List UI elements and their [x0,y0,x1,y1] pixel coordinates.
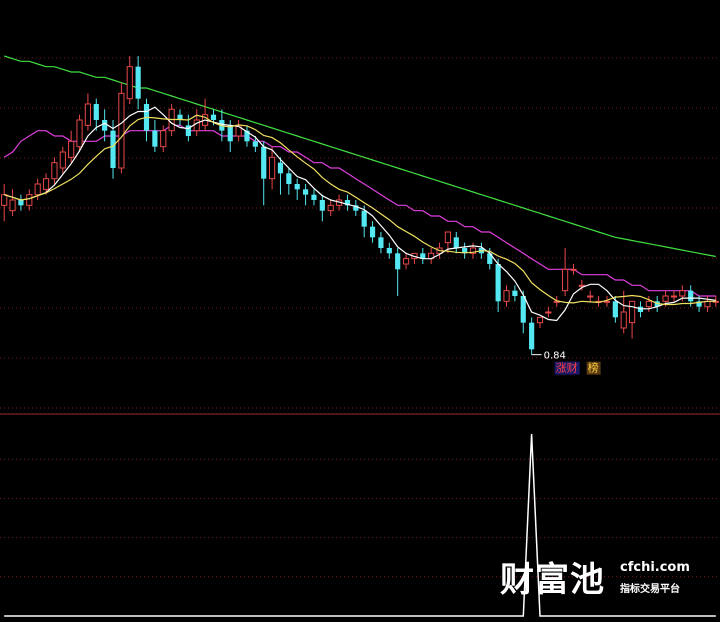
candle-body [495,264,501,302]
watermark-tagline: 指标交易平台 [620,584,680,595]
candle-body [453,237,459,248]
candle-body [277,162,284,174]
candle-body [369,226,376,238]
grid-lines [0,57,720,409]
candle-body [135,66,141,99]
candle-body [210,114,217,120]
candle-body [126,66,133,100]
candle-body [1,194,8,206]
candle-body [118,92,125,169]
candle-body [562,268,569,292]
candle-body [51,162,58,180]
candle-body [76,119,83,148]
candle-body [193,119,200,132]
candle-body [386,248,392,254]
candle-body [18,200,24,206]
candle-body [688,290,694,302]
candle-body [395,253,401,270]
chart-stage: 0.84 涨财 榜 财富池 cfchi.com 指标交易平台 [0,0,720,622]
signal-polyline [4,433,716,617]
candle-body [302,189,309,195]
candle-body [645,300,652,308]
candle-body [603,300,611,303]
watermark-brand: 财富池 [500,560,605,600]
candle-body [662,295,669,302]
candle-body [59,151,66,169]
candle-body [110,130,116,168]
sub-grid-lines [0,458,720,578]
candle-body [268,156,276,180]
candle-body [612,301,618,318]
candle-body [444,231,452,244]
candle-body [261,146,267,179]
candle-body [286,173,292,184]
candle-body [319,200,325,211]
candle-body [512,290,518,296]
candle-body [93,104,99,120]
candle-body [294,184,300,190]
candle-body [26,194,33,206]
candle-body [545,311,552,314]
candle-body [402,258,410,265]
candle-body [102,120,108,131]
candle-body [378,237,384,248]
annotations-group: 0.84 涨财 榜 [531,351,601,375]
tag-bang-text: 榜 [588,361,599,375]
candle-body [503,290,510,302]
candle-body [670,295,678,298]
candle-body [529,322,535,350]
candle-body [68,140,75,158]
candle-body [620,311,627,329]
signal-line [4,433,716,617]
candle-body [227,125,233,142]
candle-body [34,183,41,196]
candlestick-chart: 0.84 涨财 榜 [0,55,720,617]
candle-body [152,130,158,147]
candle-body [9,199,16,212]
candle-body [587,295,594,298]
candle-body [536,316,544,324]
candle-body [252,141,258,147]
candles-group [1,56,719,355]
tag-zhangcai: 涨财 [554,361,580,375]
candle-body [42,178,50,190]
tag-zhangcai-text: 涨财 [556,361,578,375]
low-price-label: 0.84 [544,351,566,362]
candle-body [628,300,636,324]
candle-body [84,103,92,126]
candle-body [160,130,167,148]
candle-body [520,296,526,323]
candle-body [570,268,577,271]
tag-bang: 榜 [586,361,601,375]
candle-body [361,210,367,227]
watermark-url: cfchi.com [620,560,690,575]
candle-body [327,204,334,212]
candle-body [311,194,317,200]
candle-body [679,290,686,297]
